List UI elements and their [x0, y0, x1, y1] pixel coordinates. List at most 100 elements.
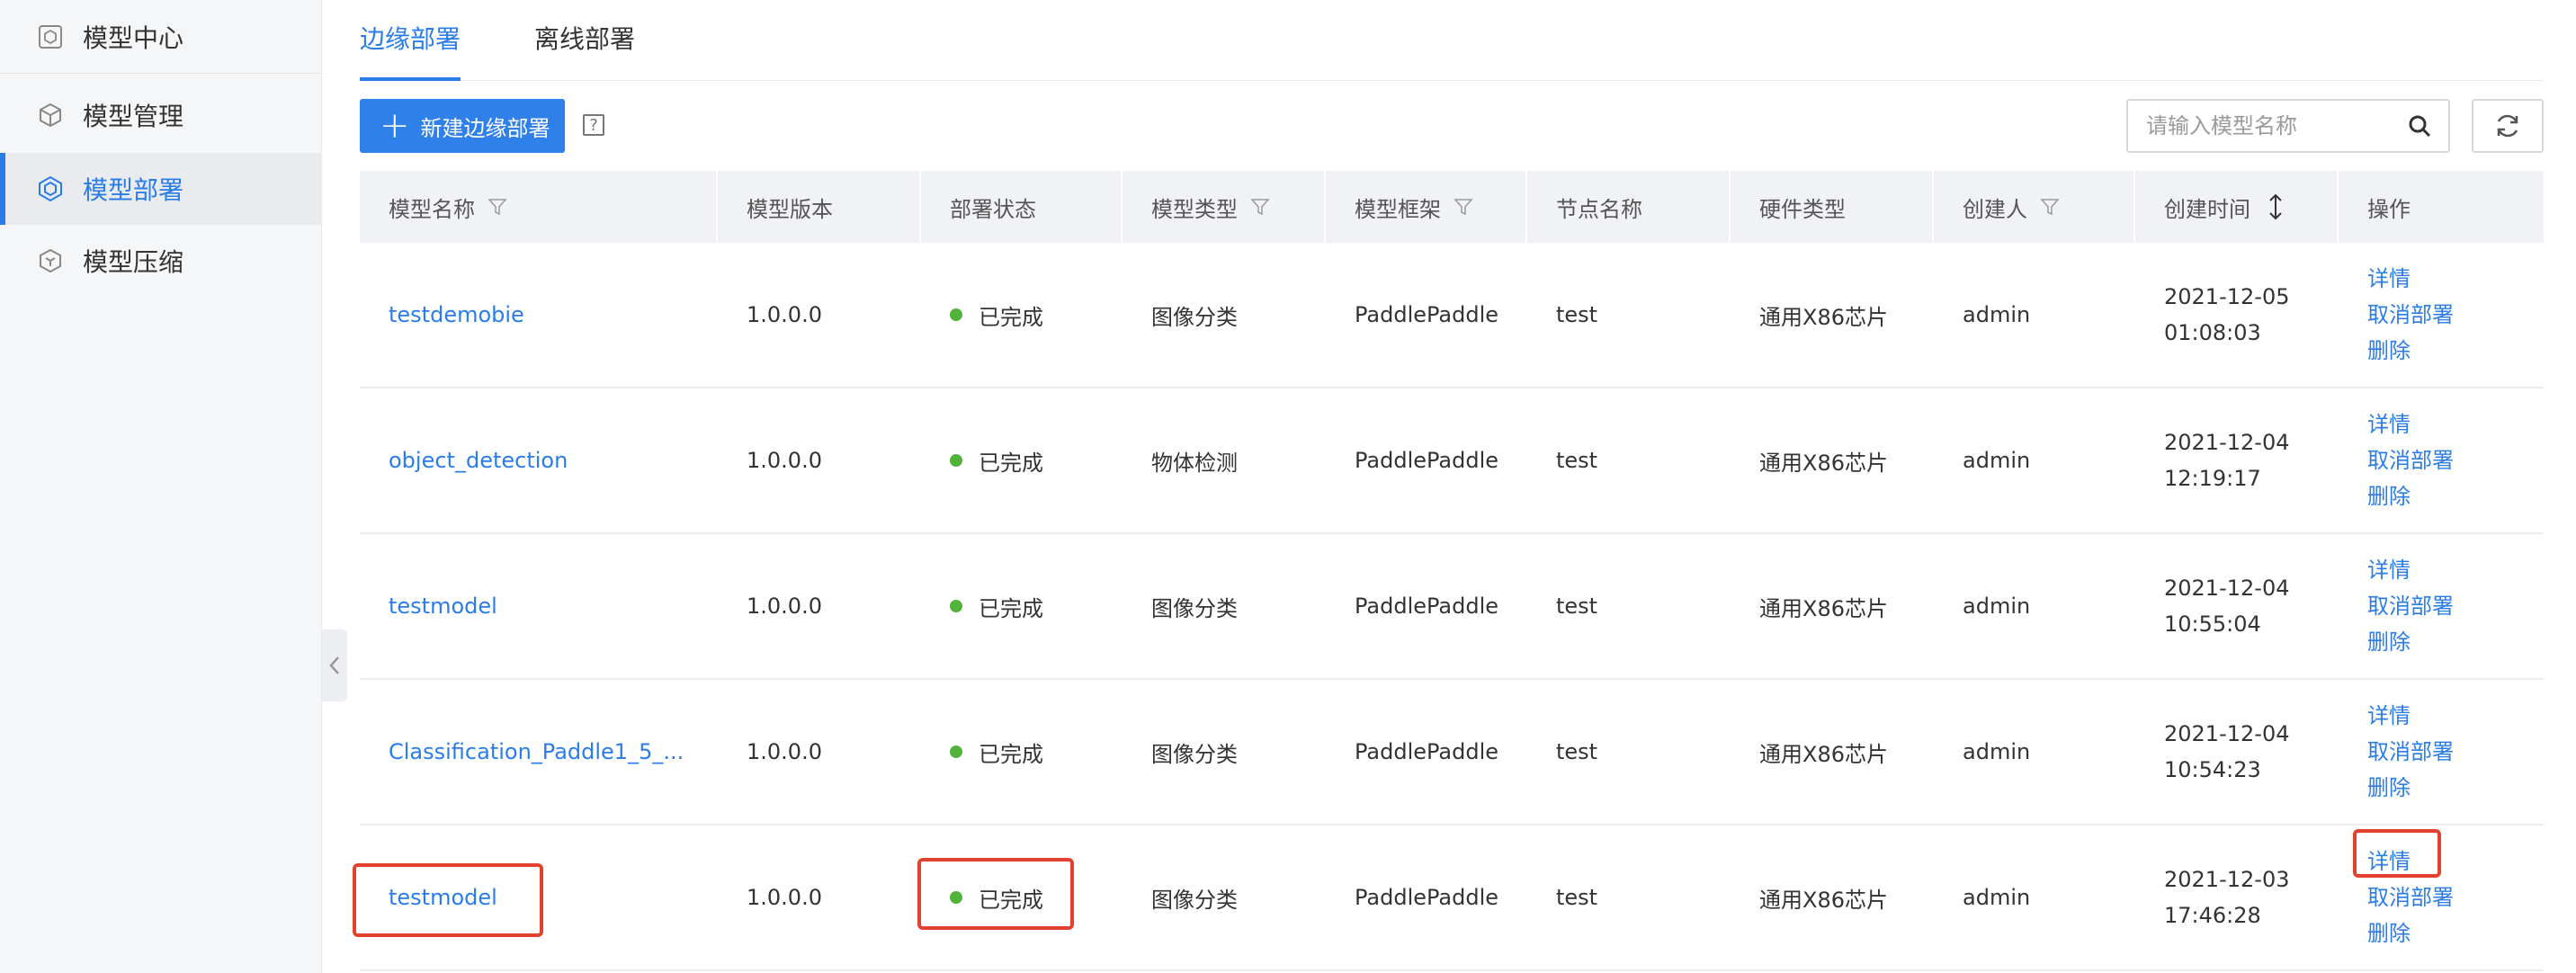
compress-icon — [40, 248, 61, 273]
refresh-button[interactable] — [2472, 99, 2544, 153]
filter-icon[interactable] — [487, 197, 507, 217]
deploy-table: 模型名称 模型版本 部署状态 模型类型 模型框架 节点名称 硬件类型 创建人 创… — [360, 171, 2544, 971]
filter-icon[interactable] — [1453, 197, 1473, 217]
model-name-link[interactable]: testmodel — [389, 594, 497, 619]
sidebar-header-label: 模型中心 — [83, 22, 184, 53]
model-type: 图像分类 — [1151, 741, 1238, 767]
column-header-deploy-status: 部署状态 — [921, 171, 1123, 243]
status-dot — [950, 600, 962, 612]
created-date: 2021-12-04 — [2164, 576, 2290, 601]
creator: admin — [1963, 739, 2031, 764]
hardware-type: 通用X86芯片 — [1759, 595, 1888, 621]
table-row: object_detection 1.0.0.0 已完成 物体检测 Paddle… — [360, 388, 2544, 534]
delete-link[interactable]: 删除 — [2367, 770, 2411, 806]
model-version: 1.0.0.0 — [747, 302, 822, 327]
node-name: test — [1556, 448, 1598, 473]
model-type: 图像分类 — [1151, 304, 1238, 330]
model-search-input[interactable] — [2146, 101, 2398, 151]
column-label: 硬件类型 — [1759, 196, 1846, 222]
model-framework: PaddlePaddle — [1355, 594, 1499, 619]
status-dot — [950, 891, 962, 904]
model-search-box — [2126, 99, 2450, 153]
deploy-status: 已完成 — [979, 887, 1043, 913]
creator: admin — [1963, 885, 2031, 910]
search-icon[interactable] — [2407, 113, 2432, 138]
column-header-hardware-type: 硬件类型 — [1731, 171, 1934, 243]
node-name: test — [1556, 302, 1598, 327]
model-framework: PaddlePaddle — [1355, 302, 1499, 327]
column-label: 创建人 — [1963, 196, 2027, 222]
model-framework: PaddlePaddle — [1355, 739, 1499, 764]
hardware-type: 通用X86芯片 — [1759, 450, 1888, 476]
sidebar-collapse-handle[interactable] — [322, 629, 347, 701]
detail-link[interactable]: 详情 — [2367, 552, 2411, 588]
filter-icon[interactable] — [1250, 197, 1270, 217]
column-label: 模型类型 — [1151, 196, 1238, 222]
delete-link[interactable]: 删除 — [2367, 478, 2411, 514]
sidebar-item-model-compress[interactable]: 模型压缩 — [0, 225, 322, 297]
filter-icon[interactable] — [2040, 197, 2060, 217]
model-name-link[interactable]: Classification_Paddle1_5_... — [389, 739, 684, 764]
column-header-creator: 创建人 — [1934, 171, 2135, 243]
model-version: 1.0.0.0 — [747, 739, 822, 764]
detail-link[interactable]: 详情 — [2367, 406, 2411, 442]
table-row: testmodel 1.0.0.0 已完成 图像分类 PaddlePaddle … — [360, 534, 2544, 680]
sidebar-header[interactable]: 模型中心 — [0, 0, 322, 74]
sidebar-item-model-deploy[interactable]: 模型部署 — [0, 153, 322, 225]
delete-link[interactable]: 删除 — [2367, 333, 2411, 369]
cancel-deploy-link[interactable]: 取消部署 — [2367, 297, 2454, 333]
refresh-icon — [2497, 114, 2518, 138]
cancel-deploy-link[interactable]: 取消部署 — [2367, 442, 2454, 478]
created-date: 2021-12-03 — [2164, 867, 2290, 892]
creator: admin — [1963, 448, 2031, 473]
created-time: 12:19:17 — [2164, 466, 2261, 491]
deploy-status: 已完成 — [979, 595, 1043, 621]
deploy-status: 已完成 — [979, 741, 1043, 767]
tab-edge-deploy[interactable]: 边缘部署 — [360, 20, 461, 81]
column-label: 模型名称 — [389, 196, 475, 222]
model-type: 图像分类 — [1151, 595, 1238, 621]
table-row: testmodel 1.0.0.0 已完成 图像分类 PaddlePaddle … — [360, 826, 2544, 971]
detail-link[interactable]: 详情 — [2367, 844, 2411, 879]
column-header-model-version: 模型版本 — [718, 171, 921, 243]
column-label: 创建时间 — [2164, 196, 2250, 222]
model-name-link[interactable]: testmodel — [389, 885, 497, 910]
deploy-status: 已完成 — [979, 450, 1043, 476]
sidebar-item-model-management[interactable]: 模型管理 — [0, 79, 322, 151]
cancel-deploy-link[interactable]: 取消部署 — [2367, 588, 2454, 624]
cube-icon — [40, 103, 61, 128]
model-framework: PaddlePaddle — [1355, 885, 1499, 910]
new-edge-deploy-button[interactable]: + 新建边缘部署 — [360, 99, 565, 153]
sidebar-item-label: 模型压缩 — [83, 247, 184, 277]
cancel-deploy-link[interactable]: 取消部署 — [2367, 879, 2454, 915]
creator: admin — [1963, 594, 2031, 619]
new-edge-deploy-label: 新建边缘部署 — [420, 115, 550, 141]
column-label: 节点名称 — [1556, 196, 1642, 222]
model-version: 1.0.0.0 — [747, 448, 822, 473]
hardware-type: 通用X86芯片 — [1759, 887, 1888, 913]
deploy-icon — [39, 175, 62, 202]
model-version: 1.0.0.0 — [747, 885, 822, 910]
model-name-link[interactable]: testdemobie — [389, 302, 524, 327]
tab-offline-deploy[interactable]: 离线部署 — [534, 20, 635, 74]
delete-link[interactable]: 删除 — [2367, 624, 2411, 660]
deploy-tabs: 边缘部署 离线部署 — [360, 0, 2544, 81]
plus-icon: + — [380, 105, 410, 147]
created-time: 10:55:04 — [2164, 611, 2261, 637]
detail-link[interactable]: 详情 — [2367, 698, 2411, 734]
model-name-link[interactable]: object_detection — [389, 448, 568, 473]
help-icon[interactable]: ? — [583, 114, 604, 136]
status-dot — [950, 454, 962, 467]
column-header-model-framework: 模型框架 — [1326, 171, 1527, 243]
column-label: 部署状态 — [950, 196, 1036, 222]
status-dot — [950, 308, 962, 321]
sort-icon[interactable] — [2267, 193, 2285, 220]
column-header-node-name: 节点名称 — [1527, 171, 1731, 243]
created-date: 2021-12-04 — [2164, 721, 2290, 746]
created-time: 17:46:28 — [2164, 903, 2261, 928]
status-dot — [950, 745, 962, 758]
delete-link[interactable]: 删除 — [2367, 915, 2411, 951]
model-center-icon — [39, 24, 62, 49]
detail-link[interactable]: 详情 — [2367, 261, 2411, 297]
cancel-deploy-link[interactable]: 取消部署 — [2367, 734, 2454, 770]
